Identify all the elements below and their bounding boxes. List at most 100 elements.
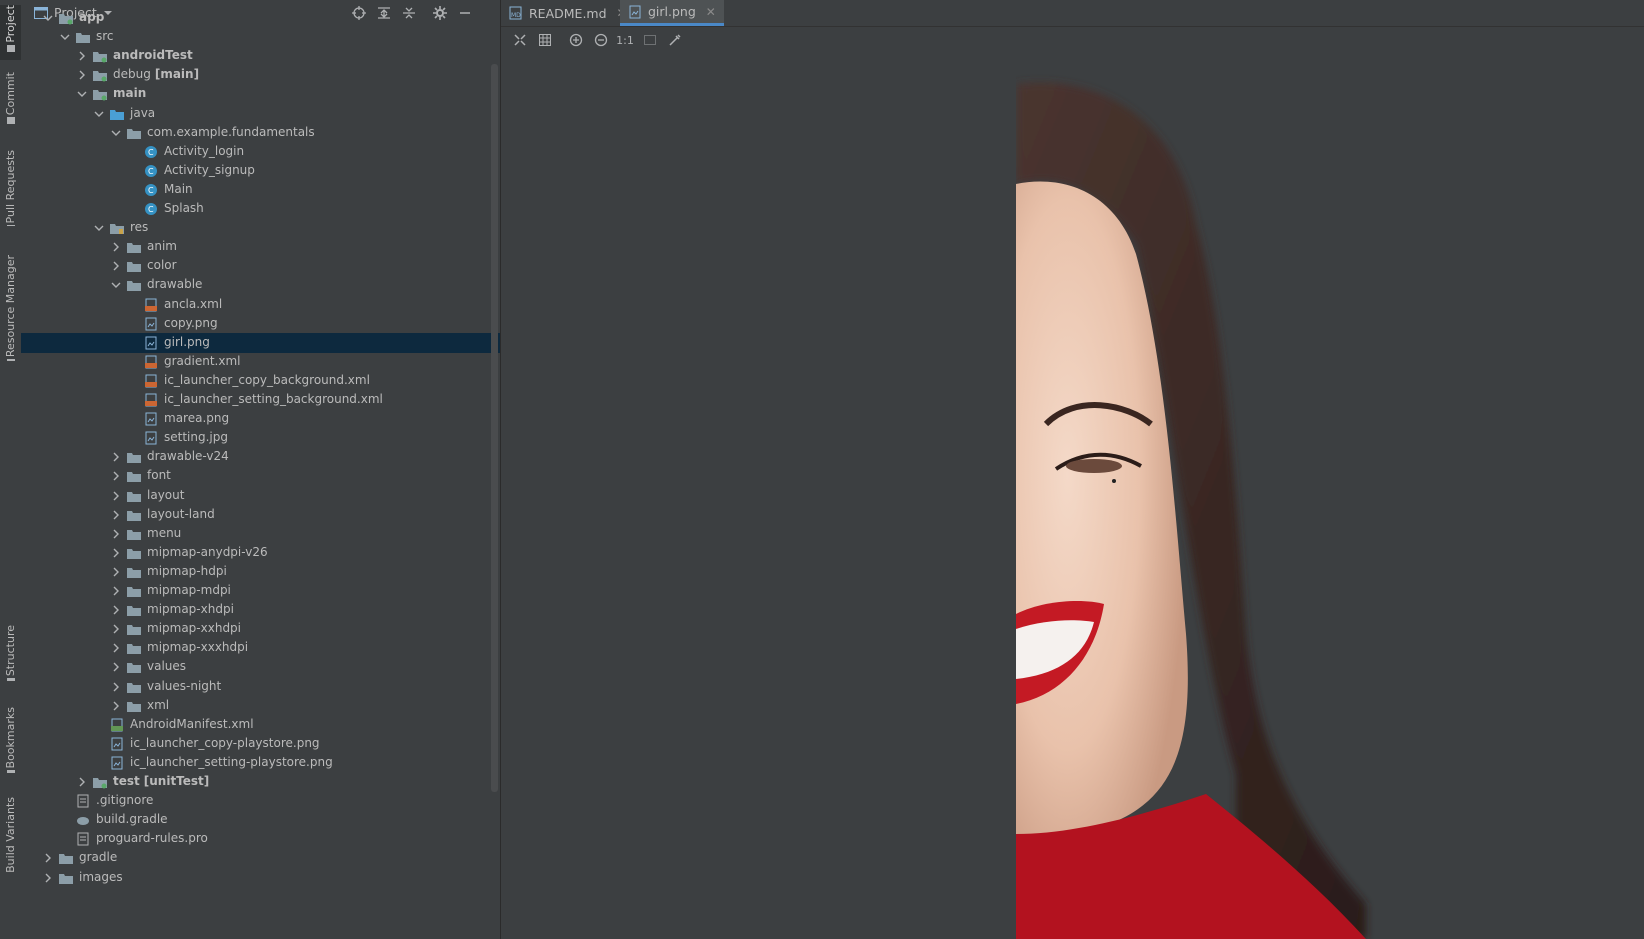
- tree-item[interactable]: androidTest: [21, 46, 500, 66]
- tree-item[interactable]: images: [21, 868, 500, 888]
- chevron-right-icon[interactable]: [111, 491, 121, 501]
- tree-item[interactable]: proguard-rules.pro: [21, 829, 500, 849]
- tree-item[interactable]: build.gradle: [21, 810, 500, 830]
- tree-item[interactable]: color: [21, 256, 500, 276]
- chevron-down-icon[interactable]: [111, 280, 121, 290]
- zoom-in-icon[interactable]: [567, 31, 585, 49]
- tree-item-label: java: [130, 106, 155, 120]
- color-picker-icon[interactable]: [666, 31, 684, 49]
- chevron-down-icon[interactable]: [60, 32, 70, 42]
- tree-item[interactable]: copy.png: [21, 314, 500, 334]
- tree-item[interactable]: font: [21, 466, 500, 486]
- tree-item[interactable]: mipmap-mdpi: [21, 581, 500, 601]
- chevron-right-icon[interactable]: [111, 261, 121, 271]
- fit-zoom-icon[interactable]: [511, 31, 529, 49]
- chessboard-icon[interactable]: [641, 31, 659, 49]
- close-icon[interactable]: ✕: [706, 5, 716, 19]
- tree-item[interactable]: gradle: [21, 848, 500, 868]
- tree-item[interactable]: mipmap-xhdpi: [21, 600, 500, 620]
- chevron-right-icon[interactable]: [77, 51, 87, 61]
- tree-item[interactable]: marea.png: [21, 409, 500, 429]
- chevron-down-icon[interactable]: [43, 13, 53, 23]
- zoom-out-icon[interactable]: [592, 31, 610, 49]
- tree-item[interactable]: values: [21, 657, 500, 677]
- tree-item[interactable]: mipmap-hdpi: [21, 562, 500, 582]
- gitignore-file-icon: [77, 794, 89, 808]
- tree-item[interactable]: mipmap-xxhdpi: [21, 619, 500, 639]
- tree-item[interactable]: mipmap-xxxhdpi: [21, 638, 500, 658]
- tab-girl-png[interactable]: girl.png ✕: [620, 0, 724, 26]
- tree-item[interactable]: ancla.xml: [21, 295, 500, 315]
- chevron-right-icon[interactable]: [111, 567, 121, 577]
- chevron-right-icon[interactable]: [111, 643, 121, 653]
- tool-tab-bookmarks[interactable]: Bookmarks: [0, 707, 21, 777]
- tree-item[interactable]: java: [21, 104, 500, 124]
- chevron-right-icon[interactable]: [111, 471, 121, 481]
- tree-item[interactable]: C Splash: [21, 199, 500, 219]
- chevron-down-icon[interactable]: [111, 128, 121, 138]
- tree-item[interactable]: values-night: [21, 677, 500, 697]
- folder-icon: [127, 262, 141, 273]
- chevron-right-icon[interactable]: [111, 605, 121, 615]
- tree-item-label: androidTest: [113, 48, 193, 62]
- chevron-down-icon[interactable]: [77, 89, 87, 99]
- chevron-right-icon[interactable]: [77, 777, 87, 787]
- tool-tab-project[interactable]: Project: [0, 5, 21, 60]
- tool-tab-resource-manager[interactable]: Resource Manager: [0, 255, 21, 365]
- tree-item[interactable]: main: [21, 84, 500, 104]
- tree-item[interactable]: test [unitTest]: [21, 772, 500, 792]
- tree-item[interactable]: ic_launcher_copy-playstore.png: [21, 734, 500, 754]
- image-canvas[interactable]: [501, 54, 1644, 939]
- actual-size-button[interactable]: 1:1: [616, 31, 634, 49]
- tree-item[interactable]: app: [21, 8, 500, 28]
- tree-item[interactable]: setting.jpg: [21, 428, 500, 448]
- tree-item[interactable]: ic_launcher_setting-playstore.png: [21, 753, 500, 773]
- tree-item[interactable]: C Activity_login: [21, 142, 500, 162]
- chevron-right-icon[interactable]: [111, 452, 121, 462]
- tree-item[interactable]: gradient.xml: [21, 352, 500, 372]
- tree-item[interactable]: ic_launcher_copy_background.xml: [21, 371, 500, 391]
- tool-tab-build-variants[interactable]: Build Variants: [0, 797, 21, 877]
- chevron-right-icon[interactable]: [43, 873, 53, 883]
- tree-item[interactable]: ic_launcher_setting_background.xml: [21, 390, 500, 410]
- tree-item-label: mipmap-anydpi-v26: [147, 545, 268, 559]
- tree-item[interactable]: .gitignore: [21, 791, 500, 811]
- tree-item-name: copy.png: [164, 315, 218, 330]
- chevron-right-icon[interactable]: [77, 70, 87, 80]
- chevron-right-icon[interactable]: [111, 548, 121, 558]
- chevron-right-icon[interactable]: [111, 624, 121, 634]
- tool-tab-pull-requests[interactable]: Pull Requests: [0, 150, 21, 230]
- tree-item[interactable]: layout-land: [21, 505, 500, 525]
- chevron-right-icon[interactable]: [111, 662, 121, 672]
- chevron-right-icon[interactable]: [111, 242, 121, 252]
- chevron-right-icon[interactable]: [111, 586, 121, 596]
- tree-item[interactable]: mipmap-anydpi-v26: [21, 543, 500, 563]
- tree-item[interactable]: girl.png: [21, 332, 500, 353]
- chevron-down-icon[interactable]: [94, 223, 104, 233]
- tree-item[interactable]: com.example.fundamentals: [21, 123, 500, 143]
- chevron-right-icon[interactable]: [43, 853, 53, 863]
- tool-tab-structure[interactable]: Structure: [0, 625, 21, 685]
- tree-item[interactable]: anim: [21, 237, 500, 257]
- chevron-right-icon[interactable]: [111, 682, 121, 692]
- tree-item[interactable]: C Main: [21, 180, 500, 200]
- tree-item[interactable]: AndroidManifest.xml: [21, 715, 500, 735]
- chevron-right-icon[interactable]: [111, 701, 121, 711]
- chevron-right-icon[interactable]: [111, 529, 121, 539]
- tree-item[interactable]: debug [main]: [21, 65, 500, 85]
- tree-item-label: values: [147, 659, 186, 673]
- tab-readme[interactable]: MD README.md ✕: [501, 0, 635, 26]
- tree-item[interactable]: drawable-v24: [21, 447, 500, 467]
- tree-item[interactable]: C Activity_signup: [21, 161, 500, 181]
- tree-item[interactable]: res: [21, 218, 500, 238]
- tree-item[interactable]: layout: [21, 486, 500, 506]
- tool-tab-commit[interactable]: Commit: [0, 72, 21, 132]
- chevron-right-icon[interactable]: [111, 510, 121, 520]
- tree-item[interactable]: menu: [21, 524, 500, 544]
- tree-item[interactable]: drawable: [21, 275, 500, 295]
- chevron-down-icon[interactable]: [94, 109, 104, 119]
- scrollbar[interactable]: [491, 64, 498, 792]
- tree-item[interactable]: xml: [21, 696, 500, 716]
- grid-icon[interactable]: [536, 31, 554, 49]
- tree-item[interactable]: src: [21, 27, 500, 47]
